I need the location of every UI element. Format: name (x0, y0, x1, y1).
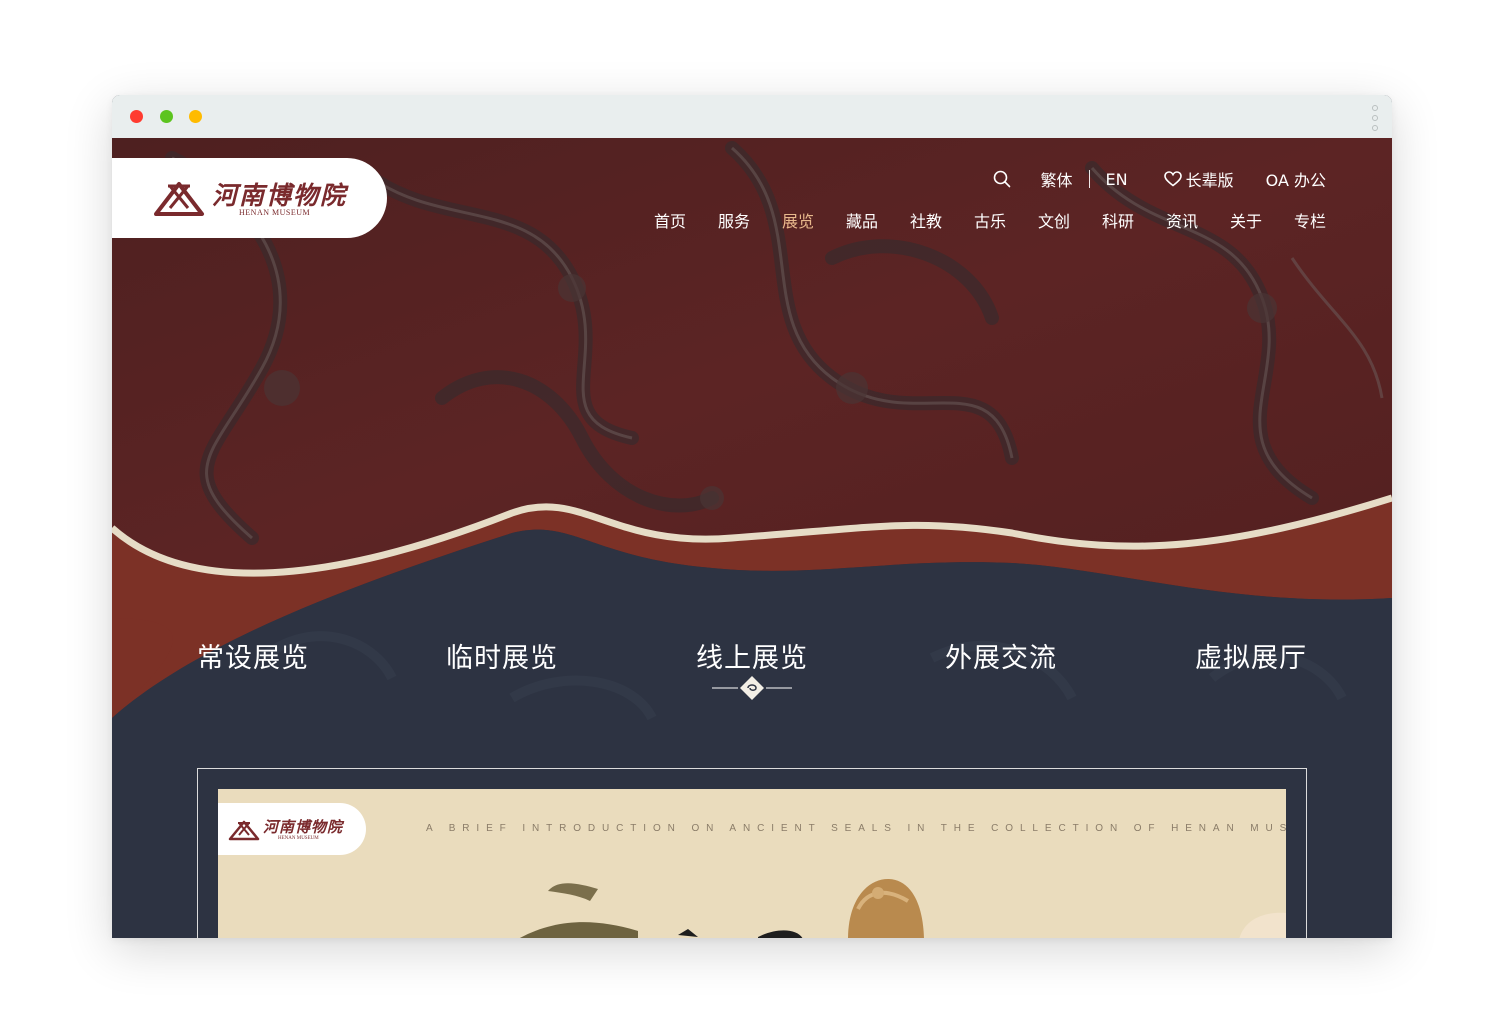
main-navigation: 首页 服务 展览 藏品 社教 古乐 文创 科研 资讯 关于 专栏 (638, 208, 1326, 232)
tab-online-exhibitions[interactable]: 线上展览 (662, 636, 842, 675)
banner-logo-chinese-name: 河南博物院 (263, 818, 344, 836)
english-link[interactable]: EN (1106, 170, 1128, 189)
traditional-chinese-link[interactable]: 繁体 (1041, 167, 1073, 191)
browser-titlebar (112, 95, 1392, 139)
banner-logo: 河南博物院 HENAN MUSEUM (218, 803, 366, 855)
close-window-button[interactable] (130, 110, 143, 123)
logo-english-name: HENAN MUSEUM (239, 208, 311, 217)
tab-exchange-exhibitions[interactable]: 外展交流 (911, 636, 1091, 675)
nav-item-ancient-music[interactable]: 古乐 (958, 208, 1022, 232)
banner-tagline: A BRIEF INTRODUCTION ON ANCIENT SEALS IN… (426, 823, 1286, 834)
oa-office-link[interactable]: OA 办公 (1266, 167, 1326, 191)
tab-permanent-exhibitions[interactable]: 常设展览 (163, 636, 343, 675)
maximize-window-button[interactable] (189, 110, 202, 123)
nav-item-creative[interactable]: 文创 (1022, 208, 1086, 232)
nav-item-home[interactable]: 首页 (638, 208, 702, 232)
tab-virtual-hall[interactable]: 虚拟展厅 (1161, 636, 1341, 675)
museum-logo-mark-icon (228, 820, 260, 841)
minimize-window-button[interactable] (160, 110, 173, 123)
banner-logo-english-name: HENAN MUSEUM (278, 836, 319, 841)
site-logo[interactable]: 河南博物院 HENAN MUSEUM (112, 158, 387, 238)
browser-window: 河南博物院 HENAN MUSEUM 繁体 EN 长辈版 OA 办公 首页 服务 (112, 95, 1392, 938)
nav-item-collections[interactable]: 藏品 (830, 208, 894, 232)
logo-chinese-name: 河南博物院 (212, 181, 348, 210)
nav-item-exhibitions[interactable]: 展览 (766, 208, 830, 232)
nav-item-services[interactable]: 服务 (702, 208, 766, 232)
seal-exhibition-banner[interactable]: 河南博物院 HENAN MUSEUM A BRIEF INTRODUCTION … (218, 789, 1286, 938)
nav-item-education[interactable]: 社教 (894, 208, 958, 232)
language-divider (1088, 170, 1090, 188)
tab-temporary-exhibitions[interactable]: 临时展览 (412, 636, 592, 675)
nav-item-news[interactable]: 资讯 (1150, 208, 1214, 232)
nav-item-research[interactable]: 科研 (1086, 208, 1150, 232)
heart-icon (1163, 171, 1182, 187)
museum-logo-mark-icon (154, 182, 204, 216)
vertical-dots-icon[interactable] (1372, 105, 1378, 131)
nav-item-about[interactable]: 关于 (1214, 208, 1278, 232)
nav-item-columns[interactable]: 专栏 (1278, 208, 1326, 232)
active-tab-indicator-icon (712, 676, 792, 700)
utility-bar: 繁体 EN 长辈版 OA 办公 (993, 168, 1326, 190)
seal-artwork (519, 879, 1286, 938)
elder-mode-label: 长辈版 (1185, 171, 1234, 190)
search-icon[interactable] (993, 170, 1011, 188)
page-viewport: 河南博物院 HENAN MUSEUM 繁体 EN 长辈版 OA 办公 首页 服务 (112, 138, 1392, 938)
elder-mode-link[interactable]: 长辈版 (1163, 167, 1234, 191)
